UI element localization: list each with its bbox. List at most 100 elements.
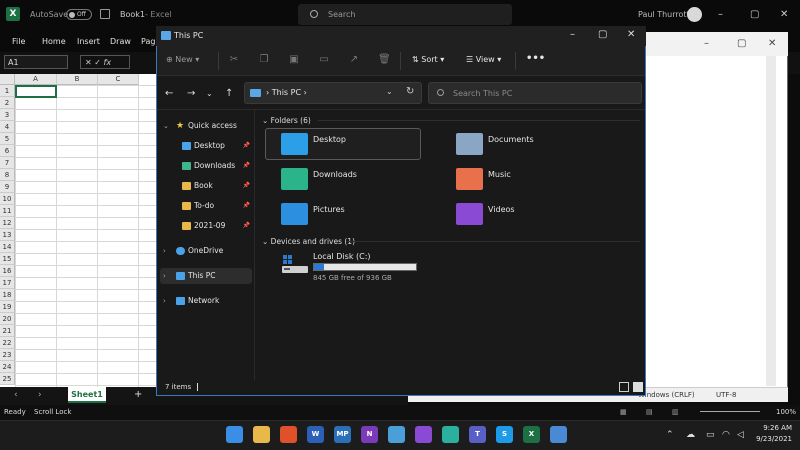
row-header[interactable]: 9 xyxy=(0,181,15,193)
user-name[interactable]: Paul Thurrott xyxy=(638,10,690,19)
row-header[interactable]: 18 xyxy=(0,289,15,301)
copy-icon[interactable]: ❐ xyxy=(258,54,270,66)
row-header[interactable]: 22 xyxy=(0,337,15,349)
row-header[interactable]: 14 xyxy=(0,241,15,253)
select-all-corner[interactable] xyxy=(0,74,15,85)
chevron-right-icon[interactable]: › xyxy=(163,293,166,309)
zoom-level[interactable]: 100% xyxy=(776,408,796,416)
sidebar-item-book[interactable]: Book 📌 xyxy=(160,178,252,194)
minimize-icon[interactable]: – xyxy=(570,29,575,40)
sidebar-item-network[interactable]: › Network xyxy=(160,293,252,309)
row-header[interactable]: 6 xyxy=(0,145,15,157)
delete-icon[interactable]: 🗑 xyxy=(378,54,391,66)
active-cell[interactable] xyxy=(15,85,57,98)
sort-button[interactable]: ⇅ Sort ▾ xyxy=(412,55,444,64)
tab-file[interactable]: File xyxy=(12,37,25,46)
scroll-left-icon[interactable]: ‹ xyxy=(14,390,18,400)
photos-icon[interactable] xyxy=(550,426,567,443)
back-icon[interactable]: ← xyxy=(165,88,173,99)
row-header[interactable]: 21 xyxy=(0,325,15,337)
tab-home[interactable]: Home xyxy=(42,37,66,46)
row-header[interactable]: 10 xyxy=(0,193,15,205)
zoom-slider[interactable] xyxy=(700,411,760,412)
row-header[interactable]: 19 xyxy=(0,301,15,313)
notepad-minimize-icon[interactable]: – xyxy=(704,38,709,49)
onedrive-icon[interactable]: ☁ xyxy=(686,430,695,440)
row-header[interactable]: 23 xyxy=(0,349,15,361)
close-icon[interactable]: ✕ xyxy=(780,9,788,20)
sidebar-item-quick-access[interactable]: ⌄ ★ Quick access xyxy=(160,118,252,134)
folders-group-header[interactable]: ⌄ Folders (6) xyxy=(262,116,311,125)
column-header[interactable]: B xyxy=(57,74,98,85)
column-header[interactable]: C xyxy=(98,74,139,85)
display-icon[interactable]: ▭ xyxy=(706,430,715,440)
sidebar-item-2021-09[interactable]: 2021-09 📌 xyxy=(160,218,252,234)
page-break-view-icon[interactable]: ▥ xyxy=(672,408,679,416)
row-header[interactable]: 17 xyxy=(0,277,15,289)
row-header[interactable]: 25 xyxy=(0,373,15,385)
paste-icon[interactable]: ▣ xyxy=(288,54,300,66)
row-header[interactable]: 1 xyxy=(0,85,15,97)
breadcrumb[interactable]: › This PC › xyxy=(266,88,307,97)
rename-icon[interactable]: ▭ xyxy=(318,54,330,66)
file-explorer-icon[interactable] xyxy=(253,426,270,443)
new-button[interactable]: ⊕ New ▾ xyxy=(166,55,199,64)
restore-icon[interactable]: ▢ xyxy=(750,9,759,20)
clock-date[interactable]: 9/23/2021 xyxy=(746,435,792,443)
notepad-scrollbar[interactable] xyxy=(766,56,776,386)
fx-icon[interactable]: ✕ ✓ fx xyxy=(80,55,130,69)
column-header[interactable]: A xyxy=(15,74,57,85)
sidebar-item-this-pc[interactable]: › This PC xyxy=(160,268,252,284)
row-header[interactable]: 12 xyxy=(0,217,15,229)
onenote-icon[interactable]: N xyxy=(361,426,378,443)
chevron-up-icon[interactable]: ⌃ xyxy=(666,430,674,440)
chevron-down-icon[interactable]: ⌄ xyxy=(386,87,393,96)
chevron-right-icon[interactable]: › xyxy=(163,243,166,259)
sidebar-item-downloads[interactable]: Downloads 📌 xyxy=(160,158,252,174)
wifi-icon[interactable]: ◠ xyxy=(722,430,730,440)
view-button[interactable]: ☰ View ▾ xyxy=(466,55,501,64)
brave-icon[interactable] xyxy=(280,426,297,443)
row-header[interactable]: 24 xyxy=(0,361,15,373)
normal-view-icon[interactable]: ▦ xyxy=(620,408,627,416)
row-header[interactable]: 8 xyxy=(0,169,15,181)
scroll-right-icon[interactable]: › xyxy=(38,390,42,400)
details-view-icon[interactable] xyxy=(619,382,629,392)
row-header[interactable]: 16 xyxy=(0,265,15,277)
tab-draw[interactable]: Draw xyxy=(110,37,131,46)
row-header[interactable]: 4 xyxy=(0,121,15,133)
forward-icon[interactable]: → xyxy=(187,88,195,99)
notepad-maximize-icon[interactable]: ▢ xyxy=(737,38,746,49)
page-layout-view-icon[interactable]: ▤ xyxy=(646,408,653,416)
sidebar-item-onedrive[interactable]: › OneDrive xyxy=(160,243,252,259)
mp-icon[interactable]: MP xyxy=(334,426,351,443)
avatar[interactable] xyxy=(687,7,702,22)
edge-icon[interactable] xyxy=(442,426,459,443)
excel-icon[interactable]: X xyxy=(523,426,540,443)
start-icon[interactable] xyxy=(226,426,243,443)
excel-search-box[interactable]: Search xyxy=(298,4,512,25)
row-header[interactable]: 2 xyxy=(0,97,15,109)
sidebar-item-desktop[interactable]: Desktop 📌 xyxy=(160,138,252,154)
more-options-button[interactable]: ••• xyxy=(526,53,545,64)
row-header[interactable]: 13 xyxy=(0,229,15,241)
word-icon[interactable]: W xyxy=(307,426,324,443)
row-header[interactable]: 11 xyxy=(0,205,15,217)
skype-icon[interactable]: S xyxy=(496,426,513,443)
autosave-toggle[interactable]: Off xyxy=(66,9,92,20)
cell-area[interactable] xyxy=(15,85,157,387)
row-header[interactable]: 5 xyxy=(0,133,15,145)
refresh-icon[interactable]: ↻ xyxy=(406,86,414,97)
row-header[interactable]: 20 xyxy=(0,313,15,325)
chevron-right-icon[interactable]: › xyxy=(163,268,166,284)
teams-icon[interactable]: T xyxy=(469,426,486,443)
notepad-close-icon[interactable]: ✕ xyxy=(768,38,776,49)
sidebar-item-to-do[interactable]: To-do 📌 xyxy=(160,198,252,214)
tab-insert[interactable]: Insert xyxy=(77,37,100,46)
row-header[interactable]: 15 xyxy=(0,253,15,265)
clock-time[interactable]: 9:26 AM xyxy=(754,424,792,432)
maximize-icon[interactable]: ▢ xyxy=(598,29,607,40)
chevron-down-icon[interactable]: ⌄ xyxy=(163,118,169,134)
volume-icon[interactable]: ◁ xyxy=(737,430,744,440)
search-input[interactable]: Search This PC xyxy=(428,82,642,104)
